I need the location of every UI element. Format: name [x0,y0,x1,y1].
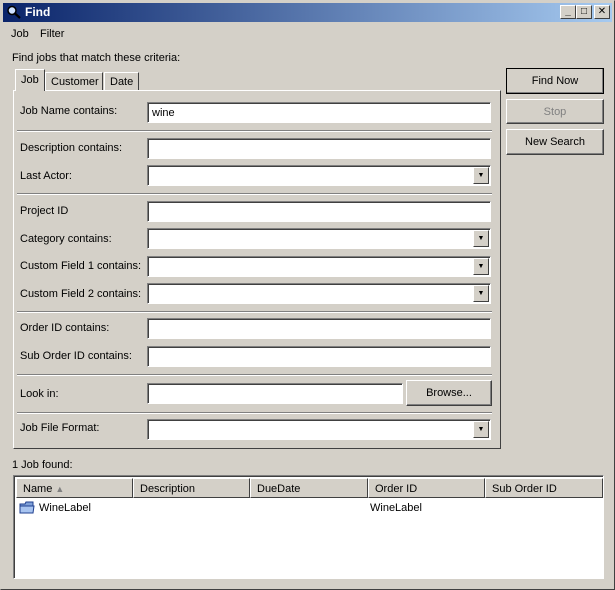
column-header-order-id[interactable]: Order ID [368,478,485,498]
job-name-input[interactable]: wine [147,102,491,123]
criteria-label: Find jobs that match these criteria: [12,52,181,64]
custom-field-2-label: Custom Field 2 contains: [20,288,142,300]
menu-job[interactable]: Job [11,28,29,40]
results-count-label: 1 Job found: [12,459,73,471]
project-id-label: Project ID [20,205,69,217]
column-header-description[interactable]: Description [133,478,250,498]
custom-field-1-combo[interactable]: ▼ [147,256,491,277]
column-header-sub-order-id[interactable]: Sub Order ID [485,478,603,498]
project-id-input[interactable] [147,201,491,222]
menu-filter[interactable]: Filter [40,28,64,40]
divider [17,130,492,132]
column-header-name[interactable]: Name ▲ [16,478,133,498]
folder-icon [19,501,35,514]
category-label: Category contains: [20,233,112,245]
dropdown-arrow-icon[interactable]: ▼ [473,285,489,302]
category-combo[interactable]: ▼ [147,228,491,249]
last-actor-label: Last Actor: [20,170,72,182]
job-name-label: Job Name contains: [20,105,118,117]
tab-customer[interactable]: Customer [45,72,103,91]
job-file-format-combo[interactable]: ▼ [147,419,491,440]
tab-date[interactable]: Date [104,72,139,91]
close-button[interactable]: ✕ [594,5,610,19]
dropdown-arrow-icon[interactable]: ▼ [473,258,489,275]
table-row[interactable]: WineLabel WineLabel [17,500,602,517]
dropdown-arrow-icon[interactable]: ▼ [473,167,489,184]
maximize-button[interactable]: □ [576,5,592,19]
sub-order-id-label: Sub Order ID contains: [20,350,132,362]
new-search-button[interactable]: New Search [506,129,604,155]
column-header-name-label: Name [23,483,53,495]
cell-order-id: WineLabel [370,502,422,514]
last-actor-combo[interactable]: ▼ [147,165,491,186]
magnifier-icon [7,5,21,19]
find-now-button[interactable]: Find Now [506,68,604,94]
order-id-label: Order ID contains: [20,322,110,334]
custom-field-2-combo[interactable]: ▼ [147,283,491,304]
browse-button[interactable]: Browse... [406,380,492,406]
job-file-format-label: Job File Format: [20,422,100,434]
dropdown-arrow-icon[interactable]: ▼ [473,230,489,247]
title-bar[interactable]: Find _ □ ✕ [3,3,612,22]
column-header-duedate[interactable]: DueDate [250,478,368,498]
dropdown-arrow-icon[interactable]: ▼ [473,421,489,438]
sort-ascending-icon: ▲ [55,484,65,494]
cell-name: WineLabel [39,502,91,514]
description-input[interactable] [147,138,491,159]
tab-job[interactable]: Job [15,69,45,91]
look-in-label: Look in: [20,388,59,400]
find-window: Find _ □ ✕ Job Filter Find jobs that mat… [0,0,615,590]
minimize-button[interactable]: _ [560,5,576,19]
sub-order-id-input[interactable] [147,346,491,367]
divider [17,412,492,414]
divider [17,311,492,313]
divider [17,374,492,376]
window-title: Find [25,5,51,19]
divider [17,193,492,195]
custom-field-1-label: Custom Field 1 contains: [20,260,142,272]
look-in-input[interactable] [147,383,403,404]
stop-button[interactable]: Stop [506,99,604,124]
description-label: Description contains: [20,142,123,154]
results-list[interactable]: Name ▲ Description DueDate Order ID Sub O… [13,475,604,579]
order-id-input[interactable] [147,318,491,339]
